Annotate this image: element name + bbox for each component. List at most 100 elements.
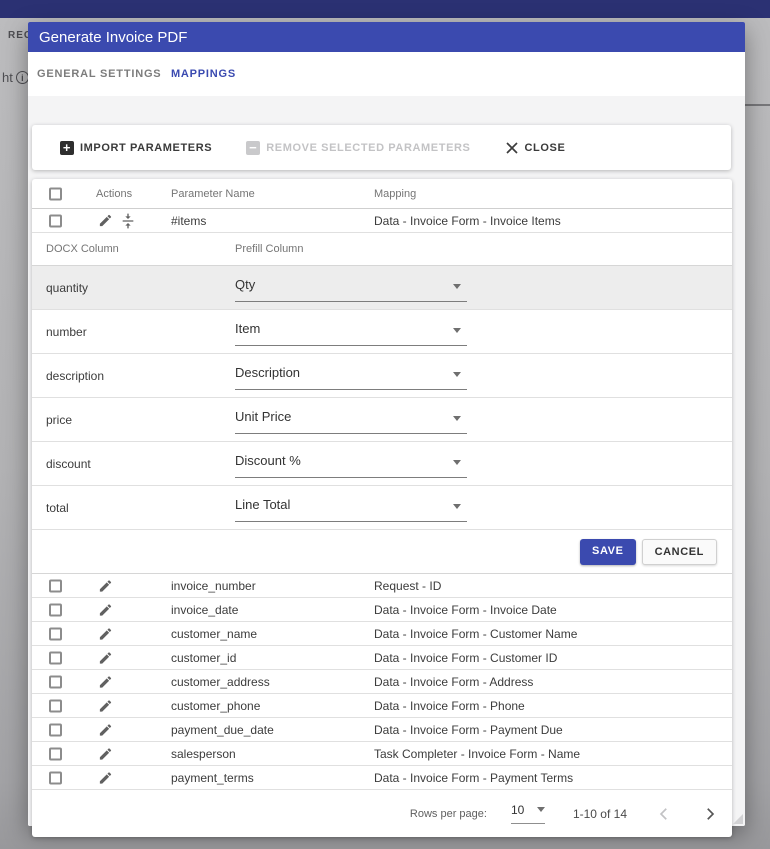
row-checkbox[interactable] <box>49 747 62 760</box>
background-partial-text-2: ht i <box>2 70 29 85</box>
table-row: customer_name Data - Invoice Form - Cust… <box>32 622 732 646</box>
edit-pencil-icon[interactable] <box>98 698 113 713</box>
subtable-footer: SAVE CANCEL <box>32 530 732 574</box>
dialog-resize-handle[interactable] <box>733 814 743 824</box>
subtable-row: price Unit Price <box>32 398 732 442</box>
column-header-docx: DOCX Column <box>46 243 119 255</box>
next-page-button[interactable] <box>701 805 719 823</box>
parameter-name: invoice_number <box>171 579 256 593</box>
row-checkbox[interactable] <box>49 627 62 640</box>
table-row: customer_id Data - Invoice Form - Custom… <box>32 646 732 670</box>
select-all-checkbox[interactable] <box>49 187 62 200</box>
parameter-name: customer_id <box>171 651 236 665</box>
column-header-mapping: Mapping <box>374 188 416 200</box>
subtable-row: quantity Qty <box>32 266 732 310</box>
edit-pencil-icon[interactable] <box>98 746 113 761</box>
rows-per-page-select[interactable]: 10 <box>511 803 545 824</box>
import-parameters-button[interactable]: + IMPORT PARAMETERS <box>60 141 212 155</box>
close-button[interactable]: CLOSE <box>506 142 565 154</box>
parameter-name: customer_name <box>171 627 257 641</box>
save-button[interactable]: SAVE <box>580 539 636 565</box>
chevron-down-icon <box>453 460 461 465</box>
edit-pencil-icon[interactable] <box>98 578 113 593</box>
edit-pencil-icon[interactable] <box>98 602 113 617</box>
plus-box-icon: + <box>60 141 74 155</box>
previous-page-button[interactable] <box>655 805 673 823</box>
pagination-bar: Rows per page: 10 1-10 of 14 <box>32 790 732 837</box>
table-row: customer_phone Data - Invoice Form - Pho… <box>32 694 732 718</box>
docx-column-label: price <box>46 413 72 427</box>
dialog-body: + IMPORT PARAMETERS − REMOVE SELECTED PA… <box>28 96 745 826</box>
info-icon: i <box>16 71 29 84</box>
docx-column-label: total <box>46 501 69 515</box>
vertical-align-center-icon[interactable] <box>120 213 136 229</box>
parameter-name: payment_terms <box>171 771 254 785</box>
parameter-mapping: Data - Invoice Form - Payment Due <box>374 723 563 737</box>
row-checkbox[interactable] <box>49 579 62 592</box>
dialog-header: Generate Invoice PDF <box>28 22 745 52</box>
subtable-row: total Line Total <box>32 486 732 530</box>
parameter-mapping: Data - Invoice Form - Phone <box>374 699 525 713</box>
table-row: payment_terms Data - Invoice Form - Paym… <box>32 766 732 790</box>
dialog-title: Generate Invoice PDF <box>39 29 187 46</box>
prefill-column-select[interactable]: Unit Price <box>235 405 467 434</box>
table-row: invoice_number Request - ID <box>32 574 732 598</box>
docx-column-label: description <box>46 369 104 383</box>
row-checkbox[interactable] <box>49 771 62 784</box>
background-divider <box>744 104 770 106</box>
row-checkbox[interactable] <box>49 675 62 688</box>
prefill-column-select[interactable]: Qty <box>235 273 467 302</box>
column-header-parameter-name: Parameter Name <box>171 188 255 200</box>
table-row: salesperson Task Completer - Invoice For… <box>32 742 732 766</box>
tab-bar: GENERAL SETTINGS MAPPINGS <box>28 52 745 96</box>
row-checkbox[interactable] <box>49 723 62 736</box>
parameter-name: invoice_date <box>171 603 238 617</box>
subtable-row: number Item <box>32 310 732 354</box>
parameter-name: #items <box>171 214 206 228</box>
edit-pencil-icon[interactable] <box>98 770 113 785</box>
row-checkbox[interactable] <box>49 603 62 616</box>
edit-pencil-icon[interactable] <box>98 722 113 737</box>
remove-selected-parameters-button[interactable]: − REMOVE SELECTED PARAMETERS <box>246 141 470 155</box>
edit-pencil-icon[interactable] <box>98 674 113 689</box>
parameter-mapping: Data - Invoice Form - Customer Name <box>374 627 577 641</box>
rows-per-page-label: Rows per page: <box>410 808 487 820</box>
tab-mappings[interactable]: MAPPINGS <box>162 52 245 96</box>
parameter-name: payment_due_date <box>171 723 274 737</box>
parameters-table: Actions Parameter Name Mapping #items Da… <box>32 179 732 837</box>
table-header-row: Actions Parameter Name Mapping <box>32 179 732 209</box>
prefill-column-select[interactable]: Discount % <box>235 449 467 478</box>
parameter-mapping: Data - Invoice Form - Customer ID <box>374 651 557 665</box>
minus-box-icon: − <box>246 141 260 155</box>
cancel-button[interactable]: CANCEL <box>642 539 717 565</box>
chevron-down-icon <box>453 284 461 289</box>
edit-pencil-icon[interactable] <box>98 626 113 641</box>
chevron-down-icon <box>453 328 461 333</box>
row-checkbox[interactable] <box>49 651 62 664</box>
parameter-mapping: Data - Invoice Form - Invoice Date <box>374 603 557 617</box>
chevron-down-icon <box>537 807 545 812</box>
prefill-column-select[interactable]: Description <box>235 361 467 390</box>
edit-pencil-icon[interactable] <box>98 650 113 665</box>
chevron-down-icon <box>453 416 461 421</box>
table-row-items: #items Data - Invoice Form - Invoice Ite… <box>32 209 732 233</box>
mappings-toolbar: + IMPORT PARAMETERS − REMOVE SELECTED PA… <box>32 125 731 170</box>
table-row: customer_address Data - Invoice Form - A… <box>32 670 732 694</box>
subtable-header-row: DOCX Column Prefill Column <box>32 233 732 266</box>
tab-general-settings[interactable]: GENERAL SETTINGS <box>37 52 161 96</box>
chevron-down-icon <box>453 372 461 377</box>
prefill-column-select[interactable]: Line Total <box>235 493 467 522</box>
subtable-row: discount Discount % <box>32 442 732 486</box>
row-checkbox[interactable] <box>49 699 62 712</box>
parameter-name: customer_address <box>171 675 270 689</box>
docx-column-label: discount <box>46 457 91 471</box>
parameter-mapping: Data - Invoice Form - Payment Terms <box>374 771 573 785</box>
column-header-actions: Actions <box>96 188 132 200</box>
parameter-name: customer_phone <box>171 699 260 713</box>
edit-pencil-icon[interactable] <box>98 213 113 228</box>
prefill-column-select[interactable]: Item <box>235 317 467 346</box>
docx-column-label: number <box>46 325 87 339</box>
docx-column-label: quantity <box>46 281 88 295</box>
row-checkbox[interactable] <box>49 214 62 227</box>
parameter-mapping: Data - Invoice Form - Invoice Items <box>374 214 561 228</box>
